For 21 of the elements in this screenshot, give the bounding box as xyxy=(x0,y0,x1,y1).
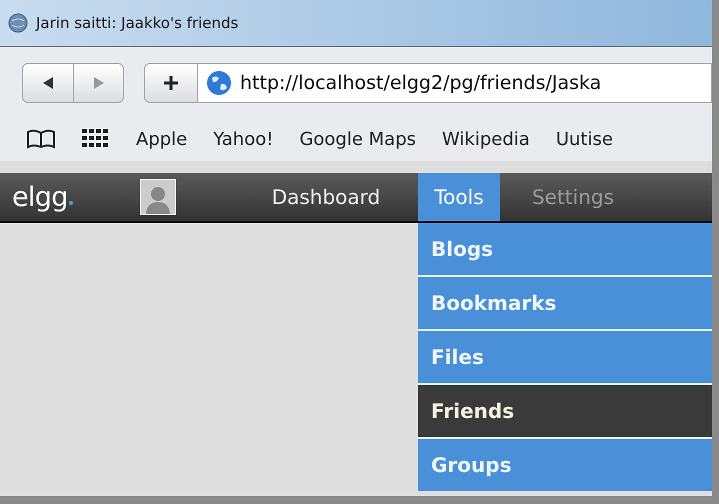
plus-icon xyxy=(162,74,180,92)
avatar-icon[interactable] xyxy=(140,179,176,215)
address-field[interactable]: http://localhost/elgg2/pg/friends/Jaska xyxy=(198,63,712,103)
bookmark-link[interactable]: Uutise xyxy=(556,126,613,152)
window-title: Jarin saitti: Jaakko's friends xyxy=(36,12,238,34)
bookmark-link[interactable]: Wikipedia xyxy=(442,126,530,152)
globe-icon xyxy=(206,70,232,96)
globe-icon xyxy=(8,13,28,33)
site-logo[interactable]: elgg xyxy=(12,184,68,210)
bookmark-link[interactable]: Yahoo! xyxy=(213,126,274,152)
add-bookmark-button[interactable] xyxy=(144,63,198,103)
back-button[interactable] xyxy=(22,63,74,103)
bookmark-link[interactable]: Google Maps xyxy=(299,126,416,152)
grid-icon[interactable] xyxy=(82,129,110,149)
book-icon[interactable] xyxy=(26,129,56,149)
back-icon xyxy=(41,76,55,90)
url-text: http://localhost/elgg2/pg/friends/Jaska xyxy=(240,70,602,96)
nav-tab[interactable]: Dashboard xyxy=(234,173,418,221)
bookmark-link[interactable]: Apple xyxy=(136,126,188,152)
forward-icon xyxy=(92,76,106,90)
menu-item[interactable]: Friends xyxy=(418,385,712,437)
